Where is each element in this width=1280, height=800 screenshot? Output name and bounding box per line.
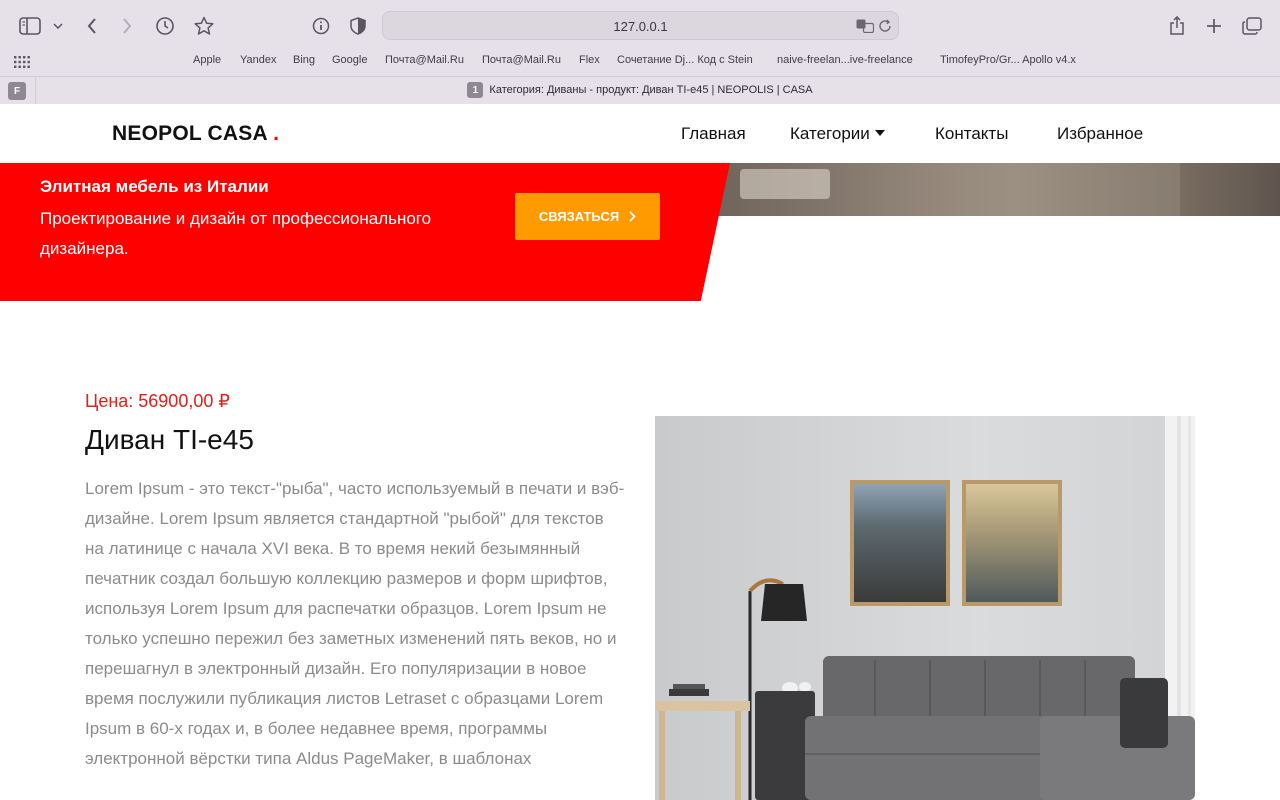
plus-icon[interactable] <box>1202 14 1226 38</box>
translate-icon[interactable] <box>856 19 875 34</box>
contact-button-label: СВЯЗАТЬСЯ <box>538 209 620 224</box>
logo-dot: . <box>273 122 280 145</box>
bookmark-item[interactable]: Bing <box>293 54 315 66</box>
hero-subtitle: Проектирование и дизайн от профессиональ… <box>40 209 432 258</box>
tab-badge: 1 <box>467 82 484 98</box>
reload-icon[interactable] <box>878 19 892 33</box>
bookmark-item[interactable]: Google <box>332 54 367 66</box>
browser-chrome: 127.0.0.1 Apple Yandex Bing Google Почта… <box>0 0 1280 105</box>
bookmark-item[interactable]: Flex <box>579 54 600 66</box>
sofa-room-illustration <box>655 416 1195 800</box>
hero-photo-detail <box>740 169 830 199</box>
nav-categories[interactable]: Категории <box>790 124 885 144</box>
bookmark-item[interactable]: Yandex <box>240 54 277 66</box>
chevron-right-icon <box>629 211 636 222</box>
contact-button[interactable]: СВЯЗАТЬСЯ <box>515 193 660 240</box>
hero-photo-detail <box>960 163 1180 216</box>
logo-text: NEOPOL CASA <box>112 122 268 145</box>
star-icon[interactable] <box>192 14 216 38</box>
bookmark-item[interactable]: Почта@Mail.Ru <box>385 54 464 66</box>
url-text[interactable]: 127.0.0.1 <box>383 19 898 34</box>
address-bar[interactable]: 127.0.0.1 <box>382 11 899 40</box>
product-price: Цена: 56900,00 ₽ <box>85 391 230 411</box>
shield-icon[interactable] <box>346 14 370 38</box>
nav-categories-label: Категории <box>790 124 870 143</box>
nav-contacts[interactable]: Контакты <box>935 124 1008 144</box>
tab-title: Категория: Диваны - продукт: Диван TI-e4… <box>489 84 813 96</box>
bookmarks-bar: Apple Yandex Bing Google Почта@Mail.Ru П… <box>0 52 1280 76</box>
site-navbar: NEOPOL CASA . Главная Категории Контакты… <box>0 104 1280 163</box>
tab-bar: F 1 Категория: Диваны - продукт: Диван T… <box>0 76 1280 105</box>
bookmark-list: Apple Yandex Bing Google Почта@Mail.Ru П… <box>0 54 1280 70</box>
history-icon[interactable] <box>153 14 177 38</box>
dropdown-caret-icon <box>874 129 885 136</box>
bookmark-item[interactable]: TimofeyPro/Gr... Apollo v4.x <box>940 54 1076 66</box>
active-tab[interactable]: 1 Категория: Диваны - продукт: Диван TI-… <box>0 82 1280 98</box>
product-description: Lorem Ipsum - это текст-"рыба", часто ис… <box>85 479 625 768</box>
browser-toolbar: 127.0.0.1 <box>0 0 1280 52</box>
product-image <box>655 416 1195 800</box>
chevron-down-icon[interactable] <box>48 14 68 38</box>
hero-title: Элитная мебель из Италии <box>40 177 269 196</box>
forward-icon[interactable] <box>115 14 139 38</box>
bookmark-item[interactable]: Сочетание Dj... Код с Stein <box>617 54 753 66</box>
nav-favorites[interactable]: Избранное <box>1057 124 1143 144</box>
tabs-icon[interactable] <box>1240 14 1264 38</box>
nav-home[interactable]: Главная <box>681 124 746 144</box>
share-icon[interactable] <box>1165 14 1189 38</box>
bookmark-item[interactable]: naive-freelan...ive-freelance <box>777 54 913 66</box>
bookmark-item[interactable]: Apple <box>193 54 221 66</box>
back-icon[interactable] <box>80 14 104 38</box>
sidebar-icon[interactable] <box>18 14 42 38</box>
info-icon[interactable] <box>309 14 333 38</box>
bookmark-item[interactable]: Почта@Mail.Ru <box>482 54 561 66</box>
site-logo[interactable]: NEOPOL CASA . <box>112 122 279 146</box>
product-name: Диван TI-e45 <box>85 424 254 455</box>
hero-photo <box>700 163 1280 216</box>
